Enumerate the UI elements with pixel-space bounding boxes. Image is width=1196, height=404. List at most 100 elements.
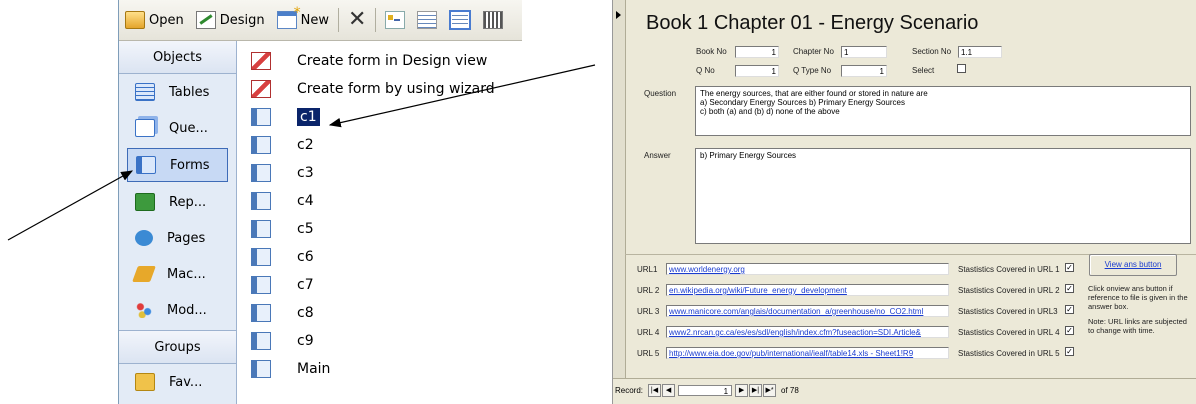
next-record-button[interactable]: ▶ xyxy=(735,383,749,397)
new-button[interactable]: New xyxy=(271,5,335,34)
sidebar-item-queries[interactable]: Que... xyxy=(119,110,236,146)
sidebar-item-favorites[interactable]: Fav... xyxy=(119,364,236,400)
list-item-c7[interactable]: c7 xyxy=(237,271,522,299)
sidebar-item-label: Mac... xyxy=(167,266,206,282)
open-label: Open xyxy=(149,12,184,28)
columns-view-icon xyxy=(482,11,503,29)
answer-label: Answer xyxy=(644,151,671,160)
sidebar-item-pages[interactable]: Pages xyxy=(119,220,236,256)
sidebar-item-forms[interactable]: Forms xyxy=(127,148,228,182)
sidebar-item-label: Que... xyxy=(169,120,208,136)
objects-header[interactable]: Objects xyxy=(119,41,236,74)
list-item-c6[interactable]: c6 xyxy=(237,243,522,271)
q-no-label: Q No xyxy=(696,66,715,75)
book-no-field[interactable]: 1 xyxy=(735,46,779,58)
chapter-no-label: Chapter No xyxy=(793,47,834,56)
details-view-button[interactable] xyxy=(443,6,477,34)
delete-button[interactable]: ✕ xyxy=(342,6,372,34)
arrow-to-forms xyxy=(7,170,134,241)
q-no-field[interactable]: 1 xyxy=(735,65,779,77)
select-label: Select xyxy=(912,66,935,75)
sidebar-item-label: Fav... xyxy=(169,374,203,390)
answer-textbox[interactable]: b) Primary Energy Sources xyxy=(695,148,1191,244)
select-checkbox[interactable] xyxy=(957,64,966,73)
url1-field[interactable]: www.worldenergy.org xyxy=(666,263,949,275)
design-button[interactable]: Design xyxy=(190,6,271,34)
q-type-no-label: Q Type No xyxy=(793,66,832,75)
table-icon xyxy=(135,83,155,101)
open-button[interactable]: Open xyxy=(119,6,190,34)
list-item-label: c6 xyxy=(297,249,314,265)
url4-stat-checkbox[interactable]: ✓ xyxy=(1065,326,1074,335)
list-item-c4[interactable]: c4 xyxy=(237,187,522,215)
sidebar-item-modules[interactable]: Mod... xyxy=(119,292,236,328)
current-record-field[interactable]: 1 xyxy=(678,384,733,396)
list-item-create-wizard[interactable]: Create form by using wizard xyxy=(237,75,522,103)
url3-stat-checkbox[interactable]: ✓ xyxy=(1065,305,1074,314)
sidebar-item-label: Rep... xyxy=(169,194,207,210)
book-no-label: Book No xyxy=(696,47,727,56)
columns-view-button[interactable] xyxy=(477,6,509,34)
groups-header[interactable]: Groups xyxy=(119,330,236,364)
list-item-c2[interactable]: c2 xyxy=(237,131,522,159)
toolbar-separator xyxy=(374,8,376,32)
view-ans-note: Click onview ans button if reference to … xyxy=(1088,284,1188,311)
list-item-c3[interactable]: c3 xyxy=(237,159,522,187)
url1-label: URL1 xyxy=(637,265,658,274)
url1-stat-checkbox[interactable]: ✓ xyxy=(1065,263,1074,272)
list-view-button[interactable] xyxy=(411,6,443,34)
url5-stat-checkbox[interactable]: ✓ xyxy=(1065,347,1074,356)
form-icon xyxy=(251,220,271,238)
list-item-c9[interactable]: c9 xyxy=(237,327,522,355)
url3-stat-label: Stastistics Covered in URL3 xyxy=(958,307,1058,316)
list-item-c1[interactable]: c1 xyxy=(237,103,522,131)
form-icon xyxy=(251,304,271,322)
sidebar-item-reports[interactable]: Rep... xyxy=(119,184,236,220)
small-icons-icon xyxy=(384,11,405,29)
database-window: Open Design New ✕ Objects xyxy=(118,0,522,404)
sidebar-item-tables[interactable]: Tables xyxy=(119,74,236,110)
sidebar-item-macros[interactable]: Mac... xyxy=(119,256,236,292)
list-item-label: Main xyxy=(297,361,331,377)
new-record-button[interactable]: ▶* xyxy=(763,383,777,397)
list-item-label: Create form in Design view xyxy=(297,53,488,69)
url5-field[interactable]: http://www.eia.doe.gov/pub/international… xyxy=(666,347,949,359)
list-view-icon xyxy=(416,11,437,29)
url-change-note: Note: URL links are subjected to change … xyxy=(1088,317,1187,335)
list-item-c8[interactable]: c8 xyxy=(237,299,522,327)
last-record-button[interactable]: ▶| xyxy=(749,383,763,397)
list-item-label: c5 xyxy=(297,221,314,237)
record-total: of 78 xyxy=(781,385,799,395)
list-item-label: c9 xyxy=(297,333,314,349)
list-item-label: Create form by using wizard xyxy=(297,81,495,97)
list-item-c5[interactable]: c5 xyxy=(237,215,522,243)
url1-stat-label: Stastistics Covered in URL 1 xyxy=(958,265,1060,274)
url3-field[interactable]: www.manicore.com/anglais/documentation_a… xyxy=(666,305,949,317)
q-type-no-field[interactable]: 1 xyxy=(841,65,887,77)
url5-label: URL 5 xyxy=(637,349,660,358)
database-toolbar: Open Design New ✕ xyxy=(119,0,522,41)
sidebar-item-label: Forms xyxy=(170,157,210,173)
list-item-label: c4 xyxy=(297,193,314,209)
list-item-main[interactable]: Main xyxy=(237,355,522,383)
sidebar-item-label: Tables xyxy=(169,84,210,100)
new-label: New xyxy=(300,12,329,28)
previous-record-button[interactable]: ◀ xyxy=(662,383,676,397)
record-navigation-bar: Record: |◀ ◀ 1 ▶ ▶| ▶* of 78 xyxy=(613,378,1196,401)
small-icons-button[interactable] xyxy=(379,6,411,34)
form-icon xyxy=(136,156,156,174)
first-record-button[interactable]: |◀ xyxy=(648,383,662,397)
url5-stat-label: Stastistics Covered in URL 5 xyxy=(958,349,1060,358)
view-ans-button[interactable]: View ans button xyxy=(1089,254,1177,276)
page-icon xyxy=(135,230,153,246)
section-no-field[interactable]: 1.1 xyxy=(958,46,1002,58)
open-icon xyxy=(125,11,145,29)
list-item-label: c3 xyxy=(297,165,314,181)
url2-stat-checkbox[interactable]: ✓ xyxy=(1065,284,1074,293)
list-item-create-design[interactable]: Create form in Design view xyxy=(237,47,522,75)
url4-field[interactable]: www2.nrcan.gc.ca/es/es/sdl/english/index… xyxy=(666,326,949,338)
question-label: Question xyxy=(644,89,677,98)
url2-field[interactable]: en.wikipedia.org/wiki/Future_energy_deve… xyxy=(666,284,949,296)
question-textbox[interactable]: The energy sources, that are either foun… xyxy=(695,86,1191,136)
chapter-no-field[interactable]: 1 xyxy=(841,46,887,58)
